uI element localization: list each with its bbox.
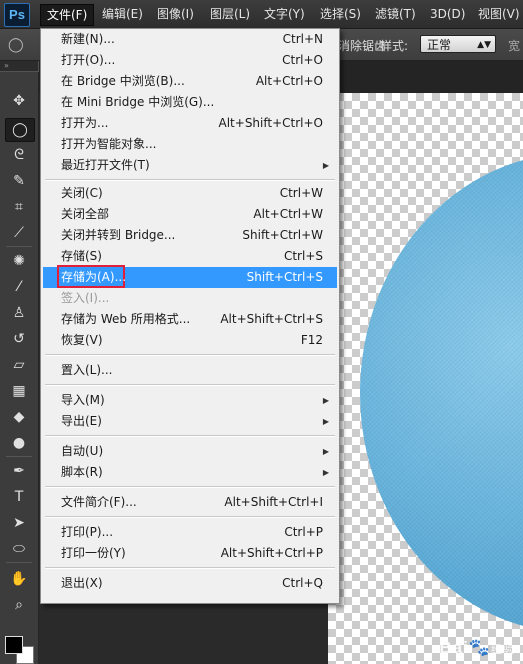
eyedropper-tool-icon[interactable]: ⟋: [5, 222, 33, 244]
menu-image[interactable]: 图像(I): [151, 4, 200, 24]
menu-filter[interactable]: 滤镜(T): [369, 4, 422, 24]
elliptical-marquee-preset-icon[interactable]: ◯: [8, 36, 30, 54]
menu-item-automate[interactable]: 自动(U) ▶: [43, 441, 337, 462]
menu-separator: [45, 354, 335, 356]
menu-item-print[interactable]: 打印(P)... Ctrl+P: [43, 522, 337, 543]
eraser-tool-icon[interactable]: ▱: [5, 354, 33, 376]
menu-item-open-as[interactable]: 打开为... Alt+Shift+Ctrl+O: [43, 113, 337, 134]
menu-item-import[interactable]: 导入(M) ▶: [43, 390, 337, 411]
toolbox: ✥ ◯ ᘓ ✎ ⌗ ⟋ ✺ ⁄ ♙ ↺ ▱ ▦ ◆ ● ✒ T ➤ ⬭ ✋ ⌕: [0, 72, 39, 664]
menu-item-close-and-go-to-bridge[interactable]: 关闭并转到 Bridge... Shift+Ctrl+W: [43, 225, 337, 246]
menu-item-close[interactable]: 关闭(C) Ctrl+W: [43, 183, 337, 204]
submenu-arrow-icon: ▶: [322, 417, 329, 426]
chevron-down-icon: ▲▼: [477, 40, 491, 50]
menu-item-open-recent[interactable]: 最近打开文件(T) ▶: [43, 155, 337, 176]
menu-item-close-all[interactable]: 关闭全部 Alt+Ctrl+W: [43, 204, 337, 225]
menu-separator: [45, 435, 335, 437]
blue-fabric-circle-layer: [360, 153, 523, 633]
toolbox-divider: [6, 562, 32, 563]
spot-healing-tool-icon[interactable]: ✺: [5, 250, 33, 272]
crop-tool-icon[interactable]: ⌗: [5, 196, 33, 218]
menu-item-place[interactable]: 置入(L)...: [43, 360, 337, 381]
menu-item-open-as-smart-object[interactable]: 打开为智能对象...: [43, 134, 337, 155]
menu-item-check-in: 签入(I)...: [61, 291, 110, 305]
style-label: 样式:: [380, 39, 409, 53]
menu-3d[interactable]: 3D(D): [424, 4, 471, 24]
menu-layer[interactable]: 图层(L): [204, 4, 256, 24]
menu-separator: [45, 567, 335, 569]
submenu-arrow-icon: ▶: [322, 396, 329, 405]
menu-item-save[interactable]: 存储(S) Ctrl+S: [43, 246, 337, 267]
pen-tool-icon[interactable]: ✒: [5, 460, 33, 482]
submenu-arrow-icon: ▶: [322, 161, 329, 170]
foreground-color-swatch[interactable]: [5, 636, 23, 654]
document-canvas[interactable]: Bai🐾经验: [328, 93, 523, 664]
photoshop-logo-icon: Ps: [4, 3, 30, 27]
gradient-tool-icon[interactable]: ▦: [5, 380, 33, 402]
menu-separator: [45, 384, 335, 386]
hand-tool-icon[interactable]: ✋: [5, 568, 33, 590]
menu-item-browse-in-mini-bridge[interactable]: 在 Mini Bridge 中浏览(G)...: [43, 92, 337, 113]
menu-select[interactable]: 选择(S): [314, 4, 367, 24]
menu-bar: Ps 文件(F) 编辑(E) 图像(I) 图层(L) 文字(Y) 选择(S) 滤…: [0, 0, 523, 29]
menu-view[interactable]: 视图(V): [472, 4, 523, 24]
menu-item-open[interactable]: 打开(O)... Ctrl+O: [43, 50, 337, 71]
dodge-tool-icon[interactable]: ●: [5, 432, 33, 454]
history-brush-tool-icon[interactable]: ↺: [5, 328, 33, 350]
submenu-arrow-icon: ▶: [322, 468, 329, 477]
menu-item-export[interactable]: 导出(E) ▶: [43, 411, 337, 432]
type-tool-icon[interactable]: T: [5, 486, 33, 508]
elliptical-marquee-tool-icon[interactable]: ◯: [5, 118, 35, 142]
menu-file[interactable]: 文件(F): [40, 4, 95, 26]
clone-stamp-tool-icon[interactable]: ♙: [5, 302, 33, 324]
menu-item-save-for-web[interactable]: 存储为 Web 所用格式... Alt+Shift+Ctrl+S: [43, 309, 337, 330]
lasso-tool-icon[interactable]: ᘓ: [5, 144, 33, 166]
submenu-arrow-icon: ▶: [322, 447, 329, 456]
menu-edit[interactable]: 编辑(E): [96, 4, 149, 24]
file-menu-dropdown: 新建(N)... Ctrl+N 打开(O)... Ctrl+O 在 Bridge 中…: [40, 28, 340, 604]
zoom-tool-icon[interactable]: ⌕: [5, 594, 33, 616]
menu-item-new[interactable]: 新建(N)... Ctrl+N: [43, 29, 337, 50]
style-select-value: 正常: [427, 38, 452, 52]
menu-separator: [45, 179, 335, 181]
quick-selection-tool-icon[interactable]: ✎: [5, 170, 33, 192]
menu-item-revert[interactable]: 恢复(V) F12: [43, 330, 337, 351]
menu-separator: [45, 516, 335, 518]
menu-separator: [45, 486, 335, 488]
menu-item-print-one-copy[interactable]: 打印一份(Y) Alt+Shift+Ctrl+P: [43, 543, 337, 564]
blur-tool-icon[interactable]: ◆: [5, 406, 33, 428]
move-tool-icon[interactable]: ✥: [5, 90, 33, 112]
menu-type[interactable]: 文字(Y): [258, 4, 311, 24]
ellipse-tool-icon[interactable]: ⬭: [5, 538, 33, 560]
baidu-watermark: Bai🐾经验: [439, 638, 515, 657]
style-select[interactable]: 正常 ▲▼: [420, 35, 496, 53]
antialias-checkbox-label[interactable]: 消除锯齿: [338, 37, 386, 54]
toolbox-collapse-icon[interactable]: »: [0, 61, 38, 71]
menu-item-save-as[interactable]: 存储为(A)... Shift+Ctrl+S: [43, 265, 337, 288]
menu-item-browse-in-bridge[interactable]: 在 Bridge 中浏览(B)... Alt+Ctrl+O: [43, 71, 337, 92]
menu-item-scripts[interactable]: 脚本(R) ▶: [43, 462, 337, 483]
path-selection-tool-icon[interactable]: ➤: [5, 512, 33, 534]
brush-tool-icon[interactable]: ⁄: [5, 276, 33, 298]
toolbox-divider: [6, 246, 32, 247]
menu-item-file-info[interactable]: 文件简介(F)... Alt+Shift+Ctrl+I: [43, 492, 337, 513]
width-label: 宽: [508, 39, 521, 53]
menu-item-exit[interactable]: 退出(X) Ctrl+Q: [43, 573, 337, 594]
toolbox-divider: [6, 456, 32, 457]
